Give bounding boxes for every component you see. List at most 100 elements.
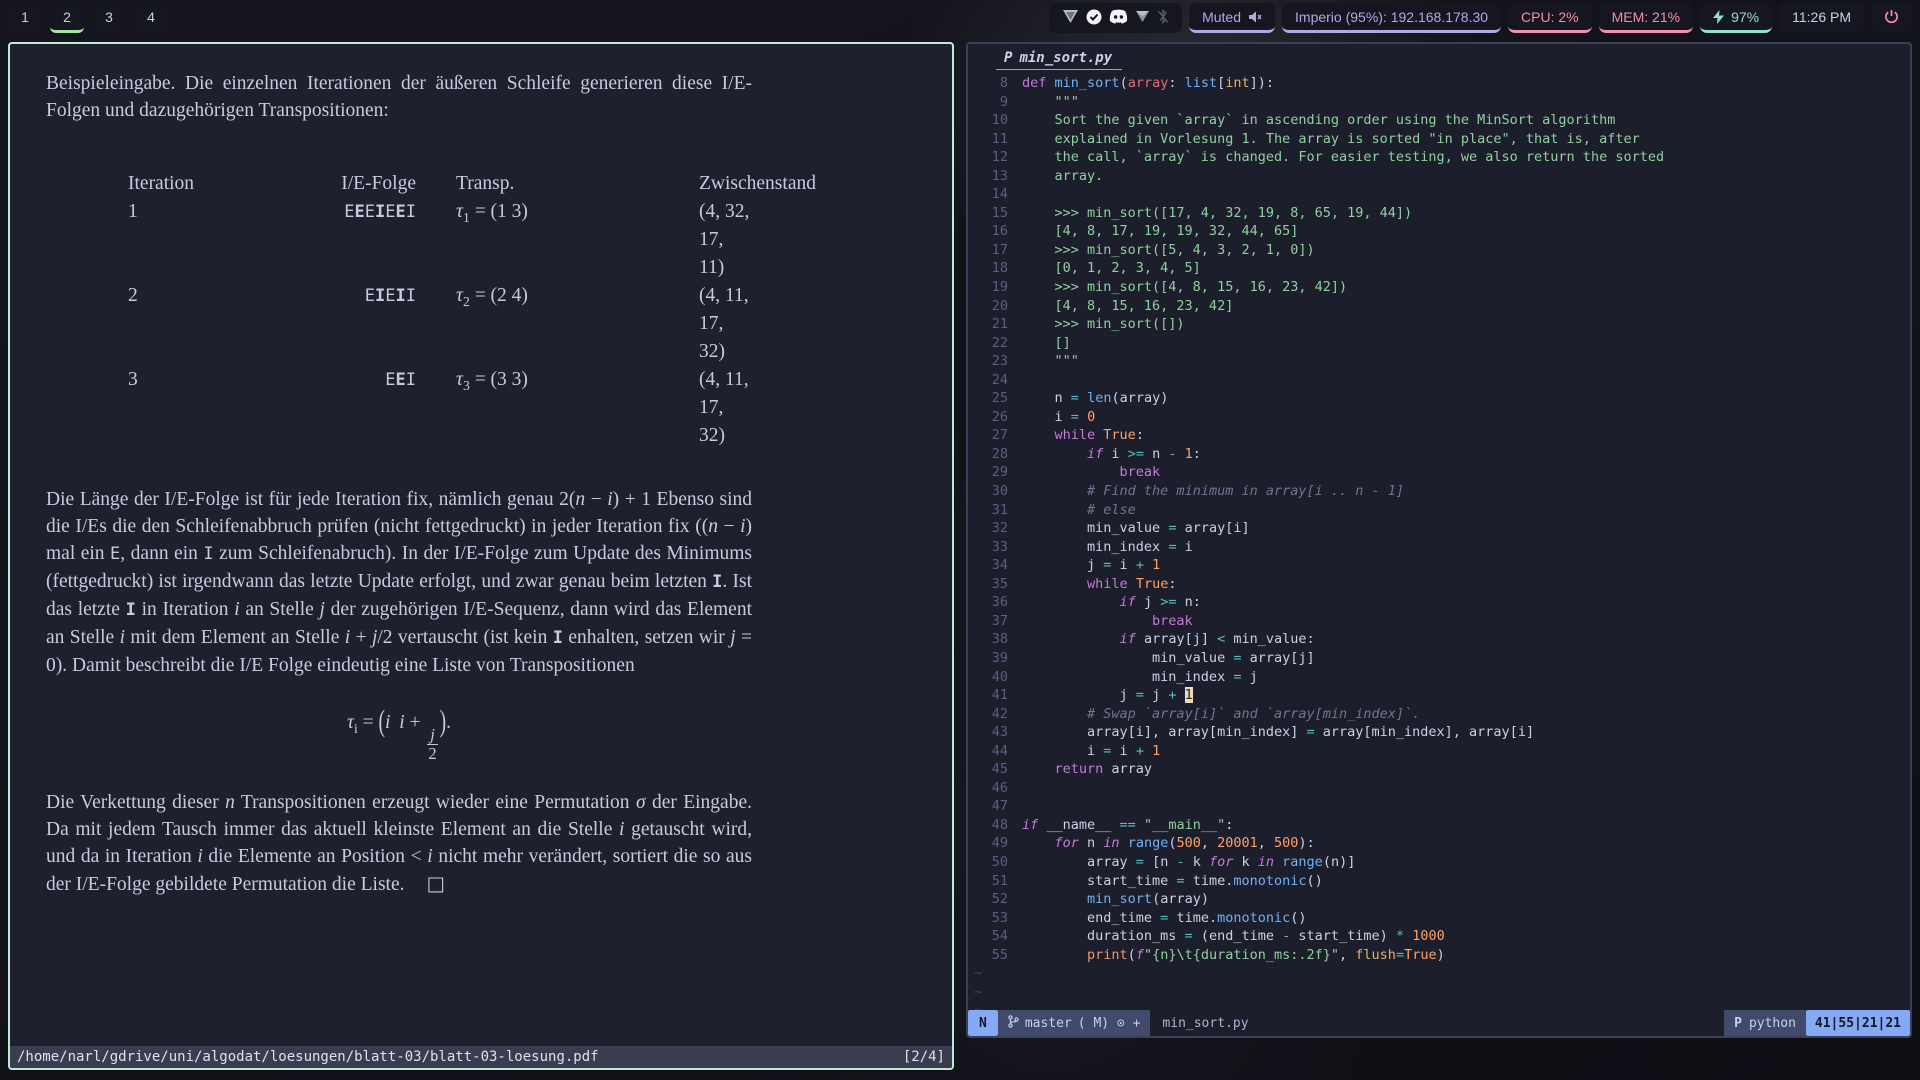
vpn-module: Imperio (95%): 192.168.178.30 — [1282, 3, 1501, 33]
pdf-formula: τi = (i i + j2). — [46, 709, 752, 763]
git-branch-name: master — [1025, 1016, 1072, 1031]
code-line: 17 >>> min_sort([5, 4, 3, 2, 1, 0]) — [968, 241, 1910, 260]
code-line: 35 while True: — [968, 575, 1910, 594]
code-line: 18 [0, 1, 2, 3, 4, 5] — [968, 259, 1910, 278]
code-line: 46 — [968, 779, 1910, 798]
code-line: 44 i = i + 1 — [968, 742, 1910, 761]
power-icon — [1884, 9, 1899, 24]
mem-module: MEM: 21% — [1599, 3, 1693, 33]
clock-module: 11:26 PM — [1779, 3, 1864, 33]
bar-right: Muted Imperio (95%): 192.168.178.30 CPU:… — [1049, 3, 1912, 33]
table-header-row: IterationI/E-FolgeTransp.Zwischenstand — [46, 170, 752, 198]
workspaces: 1234 — [8, 4, 168, 33]
code-line: 36 if j >= n: — [968, 593, 1910, 612]
mem-label: MEM: 21% — [1612, 9, 1680, 25]
clock-label: 11:26 PM — [1792, 9, 1851, 25]
editor-statusline: N master ( M) ⊙ + min_sort.py P python 4… — [968, 1010, 1910, 1036]
code-line: 53 end_time = time.monotonic() — [968, 909, 1910, 928]
code-line: 41 j = j + 1 — [968, 686, 1910, 705]
code-line: 39 min_value = array[j] — [968, 649, 1910, 668]
code-line: 9 """ — [968, 93, 1910, 112]
workspace-1[interactable]: 1 — [8, 4, 42, 33]
code-line: 26 i = 0 — [968, 408, 1910, 427]
network-triangle-icon[interactable] — [1135, 10, 1150, 23]
code-line: 20 [4, 8, 15, 16, 23, 42] — [968, 297, 1910, 316]
code-line: 14 — [968, 185, 1910, 204]
battery-module: 97% — [1700, 3, 1772, 33]
code-line: 27 while True: — [968, 426, 1910, 445]
table-row: 1EEEIEEIτ1 = (1 3)(4, 32, 17, 11) — [46, 198, 752, 282]
muted-speaker-icon — [1248, 10, 1262, 24]
pdf-paragraph-intro: Beispieleingabe. Die einzelnen Iteration… — [46, 70, 752, 124]
pdf-page: Beispieleingabe. Die einzelnen Iteration… — [10, 44, 952, 1046]
power-button[interactable] — [1871, 3, 1912, 33]
check-circle-icon[interactable] — [1086, 9, 1102, 25]
code-line: 32 min_value = array[i] — [968, 519, 1910, 538]
pdf-file-path: /home/narl/gdrive/uni/algodat/loesungen/… — [17, 1049, 599, 1065]
code-line: 28 if i >= n - 1: — [968, 445, 1910, 464]
cpu-module: CPU: 2% — [1508, 3, 1592, 33]
code-line: 42 # Swap `array[i]` and `array[min_inde… — [968, 705, 1910, 724]
workspace-4[interactable]: 4 — [134, 4, 168, 33]
workspace-2[interactable]: 2 — [50, 4, 84, 33]
statusline-left: N master ( M) ⊙ + min_sort.py — [968, 1010, 1261, 1036]
volume-module[interactable]: Muted — [1189, 3, 1275, 33]
code-line: 24 — [968, 371, 1910, 390]
system-tray[interactable] — [1049, 3, 1182, 33]
python-icon: P — [1004, 50, 1012, 66]
code-line: 23 """ — [968, 352, 1910, 371]
code-line: 50 array = [n - k for k in range(n)] — [968, 853, 1910, 872]
code-line: 19 >>> min_sort([4, 8, 15, 16, 23, 42]) — [968, 278, 1910, 297]
lightning-icon — [1713, 10, 1724, 24]
editor-winbar: Pmin_sort.py — [968, 44, 1910, 70]
code-line: 34 j = i + 1 — [968, 556, 1910, 575]
cpu-label: CPU: 2% — [1521, 9, 1579, 25]
code-line: 54 duration_ms = (end_time - start_time)… — [968, 927, 1910, 946]
triangle-down-icon[interactable] — [1062, 9, 1079, 24]
pdf-page-indicator: [2/4] — [903, 1049, 945, 1065]
bluetooth-icon[interactable] — [1157, 9, 1169, 24]
statusline-filename: min_sort.py — [1150, 1010, 1260, 1036]
code-line: 48if __name__ == "__main__": — [968, 816, 1910, 835]
editor-tab-filename: min_sort.py — [1019, 50, 1112, 66]
pdf-statusbar: /home/narl/gdrive/uni/algodat/loesungen/… — [10, 1046, 952, 1068]
filetype-label: python — [1749, 1016, 1796, 1031]
volume-label: Muted — [1202, 9, 1241, 25]
code-line: 12 the call, `array` is changed. For eas… — [968, 148, 1910, 167]
code-line: 11 explained in Vorlesung 1. The array i… — [968, 130, 1910, 149]
pdf-viewer-window[interactable]: Beispieleingabe. Die einzelnen Iteration… — [8, 42, 954, 1070]
code-line: 38 if array[j] < min_value: — [968, 630, 1910, 649]
empty-buffer-line: ~ — [968, 964, 1910, 983]
git-branch-segment: master ( M) ⊙ + — [998, 1010, 1151, 1036]
pdf-paragraph-length: Die Länge der I/E-Folge ist für jede Ite… — [46, 486, 752, 679]
empty-buffer-line: ~ — [968, 983, 1910, 1002]
pdf-iteration-table: IterationI/E-FolgeTransp.Zwischenstand1E… — [46, 170, 752, 450]
editor-tab[interactable]: Pmin_sort.py — [996, 48, 1122, 70]
code-line: 21 >>> min_sort([]) — [968, 315, 1910, 334]
battery-label: 97% — [1731, 9, 1759, 25]
code-line: 22 [] — [968, 334, 1910, 353]
git-branch-icon — [1008, 1015, 1019, 1032]
code-line: 43 array[i], array[min_index] = array[mi… — [968, 723, 1910, 742]
vim-mode-indicator: N — [968, 1010, 998, 1036]
statusline-right: P python 41|55|21|21 — [1724, 1010, 1910, 1036]
code-line: 25 n = len(array) — [968, 389, 1910, 408]
code-line: 45 return array — [968, 760, 1910, 779]
code-line: 13 array. — [968, 167, 1910, 186]
empty-buffer-line: ~ — [968, 1001, 1910, 1010]
discord-icon[interactable] — [1109, 9, 1128, 24]
editor-window[interactable]: Pmin_sort.py 8def min_sort(array: list[i… — [966, 42, 1912, 1038]
pdf-paragraph-conclusion: Die Verkettung dieser n Transpositionen … — [46, 789, 752, 898]
top-bar: 1234 Muted Imperio (95%): 192.168.178.30… — [0, 0, 1920, 36]
table-row: 2EIEIIτ2 = (2 4)(4, 11, 17, 32) — [46, 282, 752, 366]
filetype-segment: P python — [1724, 1010, 1806, 1036]
code-line: 52 min_sort(array) — [968, 890, 1910, 909]
code-line: 31 # else — [968, 501, 1910, 520]
table-row: 3EEIτ3 = (3 3)(4, 11, 17, 32) — [46, 366, 752, 450]
git-status: ( M) ⊙ + — [1078, 1016, 1141, 1031]
cursor-position: 41|55|21|21 — [1806, 1010, 1910, 1036]
code-line: 33 min_index = i — [968, 538, 1910, 557]
code-area[interactable]: 8def min_sort(array: list[int]):9 """10 … — [968, 74, 1910, 1010]
workspace-3[interactable]: 3 — [92, 4, 126, 33]
code-line: 15 >>> min_sort([17, 4, 32, 19, 8, 65, 1… — [968, 204, 1910, 223]
